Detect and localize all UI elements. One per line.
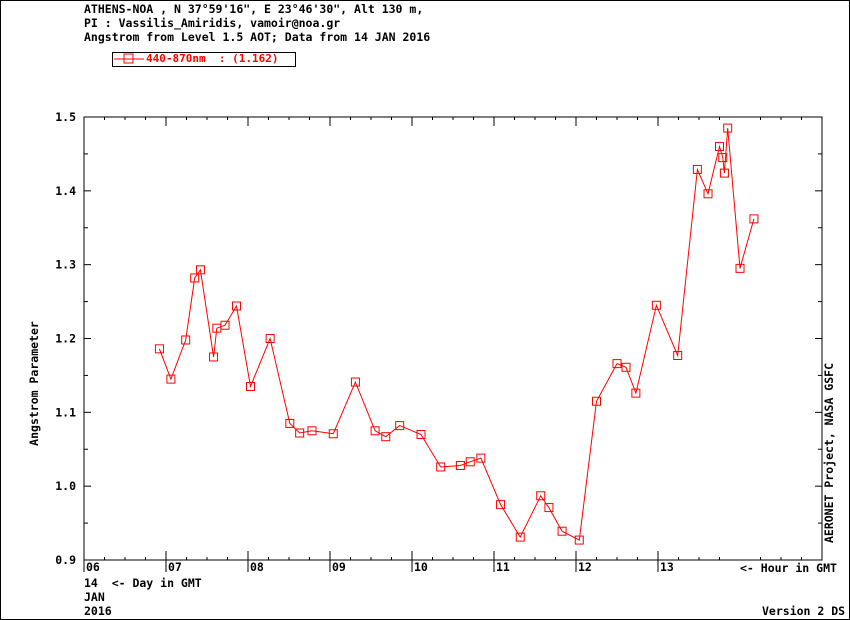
y-tick-label: 1.5 — [55, 110, 76, 124]
chart-plot: 0.9 1.0 1.1 1.2 1.3 1.4 1.5 06 07 08 09 10 11 12 13 Ang… — [27, 53, 836, 574]
data-point — [749, 214, 759, 224]
y-tick-label: 1.2 — [55, 332, 76, 346]
series-line — [158, 128, 755, 541]
y-axis-title: Angstrom Parameter — [27, 321, 41, 446]
x-tick-label: 11 — [496, 560, 510, 574]
version-label: Version 2 DS — [762, 604, 846, 618]
y-tick-label: 1.3 — [55, 258, 76, 272]
x-tick-label: 08 — [250, 560, 264, 574]
month-label: JAN — [84, 590, 105, 604]
x-tick-label: 12 — [578, 560, 592, 574]
x-tick-label: 07 — [168, 560, 182, 574]
hour-axis-label: <- Hour in GMT — [740, 561, 837, 575]
plot-area-border — [83, 116, 823, 561]
y-tick-label: 1.0 — [55, 479, 76, 493]
x-tick-label: 09 — [332, 560, 346, 574]
y-tick-label: 1.1 — [55, 405, 76, 419]
year-label: 2016 — [84, 604, 112, 618]
y-tick-label: 0.9 — [55, 553, 76, 567]
x-tick-label: 13 — [660, 560, 674, 574]
aeronet-credit: AERONET Project, NASA GSFC — [822, 363, 836, 543]
day-axis-label: 14 <- Day in GMT — [84, 576, 202, 590]
y-tick-label: 1.4 — [55, 184, 76, 198]
x-tick-label: 10 — [414, 560, 428, 574]
x-tick-label: 06 — [86, 560, 100, 574]
